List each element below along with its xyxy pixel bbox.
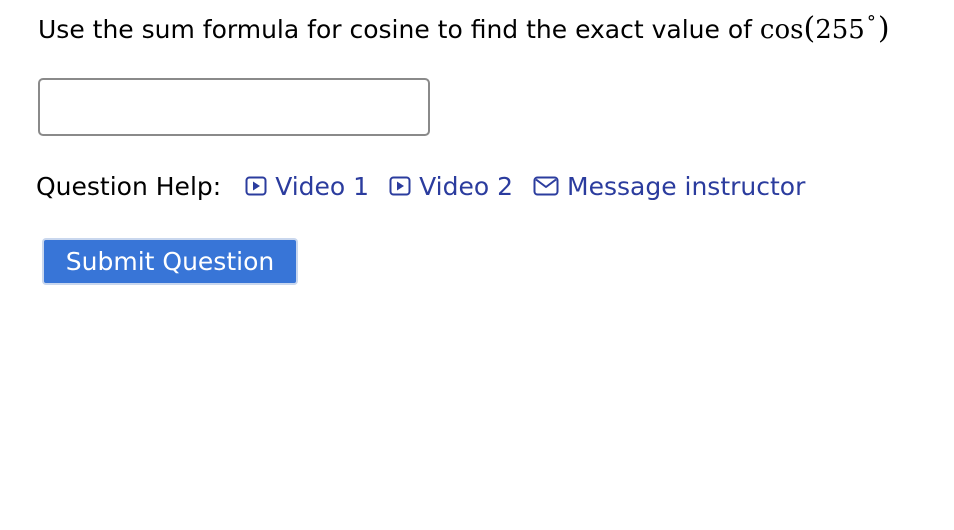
math-open-paren: (: [803, 11, 816, 46]
video-1-link[interactable]: Video 1: [245, 172, 369, 201]
envelope-icon: [533, 176, 559, 196]
math-function: cos: [759, 15, 804, 45]
video-play-icon: [245, 176, 267, 196]
message-instructor-label: Message instructor: [567, 171, 806, 201]
math-angle-value: 255: [815, 15, 865, 45]
submit-question-button[interactable]: Submit Question: [42, 238, 298, 285]
video-2-link[interactable]: Video 2: [389, 172, 513, 201]
question-prompt: Use the sum formula for cosine to find t…: [38, 6, 890, 47]
math-expression: cos(255 °): [759, 12, 890, 46]
question-help-label: Question Help:: [36, 171, 222, 201]
question-text: Use the sum formula for cosine to find t…: [38, 15, 752, 44]
video-play-icon: [389, 176, 411, 196]
answer-input[interactable]: [38, 78, 430, 136]
math-close-paren: ): [877, 11, 890, 46]
message-instructor-link[interactable]: Message instructor: [533, 172, 805, 201]
question-help-row: Question Help: Video 1 Video 2 Message i…: [36, 170, 825, 202]
math-degree-symbol: °: [866, 12, 876, 33]
video-2-label: Video 2: [419, 171, 513, 201]
video-1-label: Video 1: [275, 171, 370, 201]
